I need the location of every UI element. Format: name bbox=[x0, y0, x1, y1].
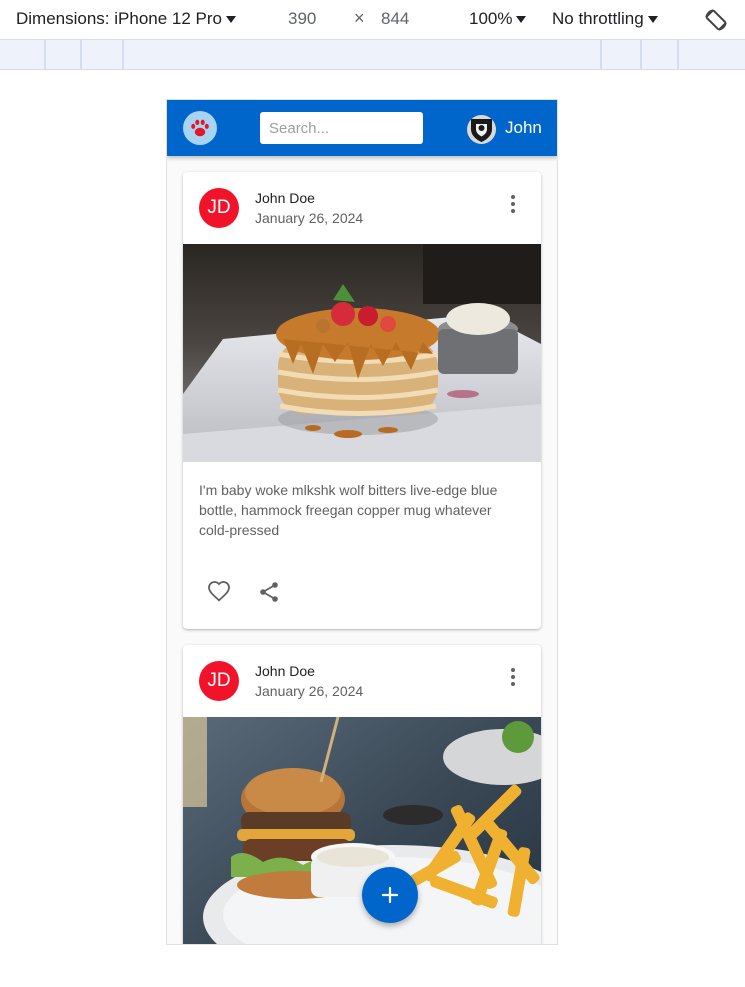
throttling-dropdown[interactable]: No throttling bbox=[552, 9, 658, 29]
add-post-button[interactable] bbox=[362, 867, 418, 923]
dimensions-label: Dimensions: iPhone 12 Pro bbox=[16, 9, 223, 28]
app-header: John bbox=[167, 100, 557, 156]
rotate-icon[interactable] bbox=[703, 7, 729, 33]
dimensions-dropdown[interactable]: Dimensions: iPhone 12 Pro bbox=[16, 9, 237, 29]
device-viewport: John JD John Doe January 26, 2024 bbox=[166, 99, 558, 945]
share-icon[interactable] bbox=[255, 578, 283, 606]
pancakes-photo bbox=[183, 244, 541, 462]
post-header: JD John Doe January 26, 2024 bbox=[183, 172, 541, 244]
post-card: JD John Doe January 26, 2024 bbox=[183, 172, 541, 629]
post-date: January 26, 2024 bbox=[255, 683, 364, 699]
devtools-device-toolbar: Dimensions: iPhone 12 Pro 390 × 844 100%… bbox=[0, 0, 745, 40]
ruler-tick bbox=[600, 40, 602, 69]
ruler-tick bbox=[80, 40, 82, 69]
throttling-label: No throttling bbox=[552, 9, 644, 28]
post-text: I'm baby woke mlkshk wolf bitters live-e… bbox=[199, 482, 498, 538]
caret-down-icon bbox=[647, 16, 658, 23]
paw-icon[interactable] bbox=[183, 111, 217, 145]
zoom-label: 100% bbox=[469, 9, 513, 28]
post-actions bbox=[183, 572, 541, 612]
more-vert-icon[interactable] bbox=[501, 665, 525, 689]
burger-fries-photo bbox=[183, 717, 541, 944]
author-name: John Doe bbox=[255, 190, 315, 206]
zoom-dropdown[interactable]: 100% bbox=[469, 9, 527, 29]
width-field[interactable]: 390 bbox=[288, 9, 316, 29]
ruler-tick bbox=[44, 40, 46, 69]
ruler-tick bbox=[640, 40, 642, 69]
height-field[interactable]: 844 bbox=[381, 9, 409, 29]
user-name[interactable]: John bbox=[505, 118, 542, 138]
author-name: John Doe bbox=[255, 663, 315, 679]
times-icon: × bbox=[354, 8, 365, 28]
ruler-tick bbox=[122, 40, 124, 69]
author-avatar: JD bbox=[199, 188, 239, 228]
author-avatar: JD bbox=[199, 661, 239, 701]
more-vert-icon[interactable] bbox=[501, 192, 525, 216]
post-date: January 26, 2024 bbox=[255, 210, 364, 226]
media-query-ruler bbox=[0, 40, 745, 70]
ruler-tick bbox=[677, 40, 679, 69]
caret-down-icon bbox=[516, 16, 527, 23]
heart-icon[interactable] bbox=[205, 578, 233, 606]
search-input[interactable] bbox=[260, 112, 423, 144]
user-avatar[interactable] bbox=[467, 115, 496, 144]
plus-icon bbox=[381, 886, 399, 904]
post-header: JD John Doe January 26, 2024 bbox=[183, 645, 541, 717]
caret-down-icon bbox=[226, 16, 237, 23]
